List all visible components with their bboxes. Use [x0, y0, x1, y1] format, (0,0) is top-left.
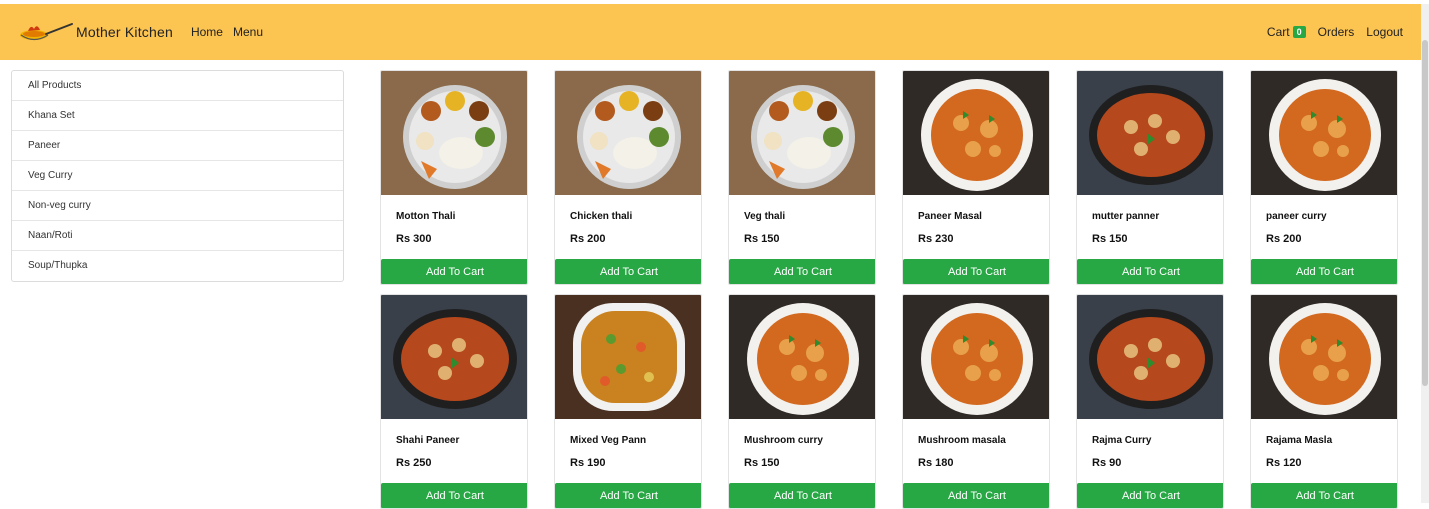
product-price: Rs 90 [1092, 457, 1122, 469]
product-name: Mushroom curry [744, 435, 823, 446]
nav-menu-link[interactable]: Menu [233, 25, 263, 39]
product-card: Motton Thali Rs 300 Add To Cart [380, 70, 528, 285]
category-item-khana-set[interactable]: Khana Set [12, 101, 343, 131]
category-item-soup-thupka[interactable]: Soup/Thupka [12, 251, 343, 281]
product-card: Rajama Masla Rs 120 Add To Cart [1250, 294, 1398, 509]
product-image[interactable] [1251, 71, 1397, 195]
product-card: Paneer Masal Rs 230 Add To Cart [902, 70, 1050, 285]
product-name: paneer curry [1266, 211, 1327, 222]
product-card: Rajma Curry Rs 90 Add To Cart [1076, 294, 1224, 509]
product-name: Rajma Curry [1092, 435, 1152, 446]
product-price: Rs 120 [1266, 457, 1302, 469]
product-image[interactable] [1077, 295, 1223, 419]
product-image[interactable] [903, 71, 1049, 195]
cart-link[interactable]: Cart 0 [1267, 25, 1306, 39]
product-price: Rs 200 [570, 233, 606, 245]
product-image[interactable] [381, 71, 527, 195]
category-item-paneer[interactable]: Paneer [12, 131, 343, 161]
product-card: Mushroom curry Rs 150 Add To Cart [728, 294, 876, 509]
product-card: Mushroom masala Rs 180 Add To Cart [902, 294, 1050, 509]
product-price: Rs 230 [918, 233, 954, 245]
add-to-cart-button[interactable]: Add To Cart [381, 259, 527, 284]
add-to-cart-button[interactable]: Add To Cart [903, 259, 1049, 284]
product-price: Rs 150 [744, 457, 780, 469]
product-image[interactable] [729, 71, 875, 195]
product-price: Rs 190 [570, 457, 606, 469]
add-to-cart-button[interactable]: Add To Cart [729, 483, 875, 508]
vertical-scrollbar[interactable] [1421, 4, 1429, 503]
product-name: Motton Thali [396, 211, 456, 222]
product-image[interactable] [729, 295, 875, 419]
product-card: Mixed Veg Pann Rs 190 Add To Cart [554, 294, 702, 509]
product-image[interactable] [903, 295, 1049, 419]
product-name: Chicken thali [570, 211, 633, 222]
top-navbar: Mother Kitchen Home Menu Cart 0 Orders Lo… [0, 4, 1421, 60]
category-item-all-products[interactable]: All Products [12, 71, 343, 101]
product-image[interactable] [381, 295, 527, 419]
orders-link[interactable]: Orders [1318, 25, 1355, 39]
category-item-naan-roti[interactable]: Naan/Roti [12, 221, 343, 251]
product-price: Rs 150 [1092, 233, 1128, 245]
cart-label: Cart [1266, 25, 1290, 39]
product-image[interactable] [1077, 71, 1223, 195]
add-to-cart-button[interactable]: Add To Cart [381, 483, 527, 508]
product-price: Rs 200 [1266, 233, 1302, 245]
scrollbar-thumb[interactable] [1422, 40, 1428, 386]
product-price: Rs 300 [396, 233, 432, 245]
brand-name: Mother Kitchen [76, 24, 173, 40]
product-name: mutter panner [1092, 211, 1160, 222]
add-to-cart-button[interactable]: Add To Cart [1251, 483, 1397, 508]
product-name: Mushroom masala [918, 435, 1006, 446]
add-to-cart-button[interactable]: Add To Cart [903, 483, 1049, 508]
nav-home-link[interactable]: Home [191, 25, 223, 39]
add-to-cart-button[interactable]: Add To Cart [1077, 483, 1223, 508]
product-card: Chicken thali Rs 200 Add To Cart [554, 70, 702, 285]
product-image[interactable] [1251, 295, 1397, 419]
product-price: Rs 250 [396, 457, 432, 469]
add-to-cart-button[interactable]: Add To Cart [555, 483, 701, 508]
brand[interactable]: Mother Kitchen [18, 20, 173, 44]
product-price: Rs 180 [918, 457, 954, 469]
product-name: Veg thali [744, 211, 786, 222]
add-to-cart-button[interactable]: Add To Cart [1251, 259, 1397, 284]
product-name: Rajama Masla [1266, 435, 1333, 446]
product-image[interactable] [555, 295, 701, 419]
product-name: Mixed Veg Pann [570, 435, 647, 446]
cart-count-badge: 0 [1292, 26, 1306, 38]
logout-link[interactable]: Logout [1366, 25, 1403, 39]
category-item-veg-curry[interactable]: Veg Curry [12, 161, 343, 191]
product-card: Veg thali Rs 150 Add To Cart [728, 70, 876, 285]
product-card: mutter panner Rs 150 Add To Cart [1076, 70, 1224, 285]
category-sidebar: All Products Khana Set Paneer Veg Curry … [11, 70, 344, 282]
category-item-non-veg-curry[interactable]: Non-veg curry [12, 191, 343, 221]
product-card: paneer curry Rs 200 Add To Cart [1250, 70, 1398, 285]
product-name: Paneer Masal [918, 211, 982, 222]
add-to-cart-button[interactable]: Add To Cart [729, 259, 875, 284]
product-image[interactable] [555, 71, 701, 195]
add-to-cart-button[interactable]: Add To Cart [555, 259, 701, 284]
product-card: Shahi Paneer Rs 250 Add To Cart [380, 294, 528, 509]
product-name: Shahi Paneer [396, 435, 460, 446]
product-grid: Motton Thali Rs 300 Add To Cart Chicken tha… [380, 70, 1398, 509]
product-price: Rs 150 [744, 233, 780, 245]
add-to-cart-button[interactable]: Add To Cart [1077, 259, 1223, 284]
cooking-pan-logo-icon [20, 23, 73, 41]
